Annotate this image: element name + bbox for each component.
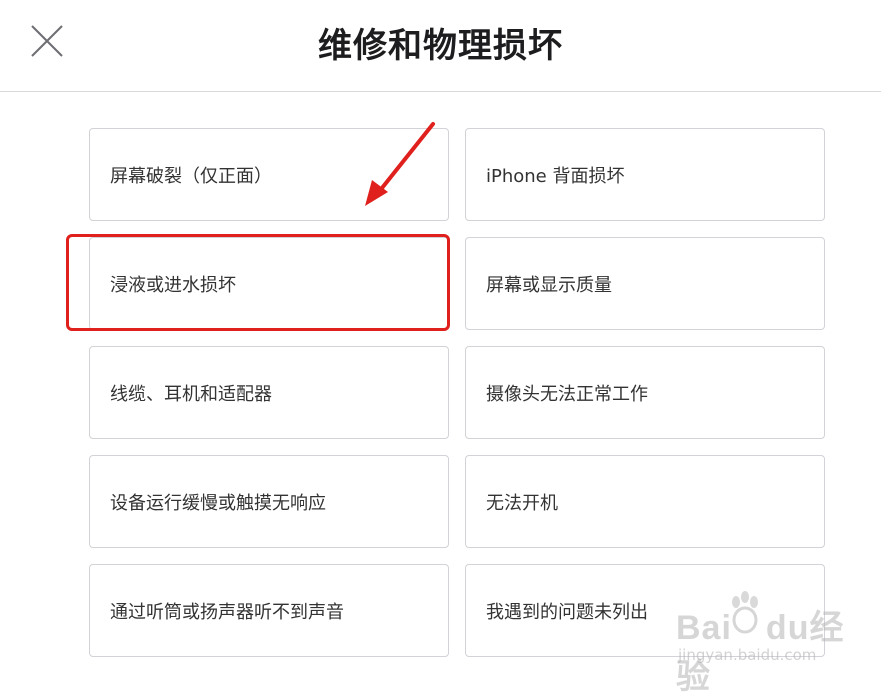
option-no-power[interactable]: 无法开机 [465, 455, 825, 548]
page-header: 维修和物理损坏 [0, 0, 881, 92]
option-not-listed[interactable]: 我遇到的问题未列出 [465, 564, 825, 657]
option-back-damage[interactable]: iPhone 背面损坏 [465, 128, 825, 221]
option-camera[interactable]: 摄像头无法正常工作 [465, 346, 825, 439]
option-display-quality[interactable]: 屏幕或显示质量 [465, 237, 825, 330]
option-slow-touch[interactable]: 设备运行缓慢或触摸无响应 [89, 455, 449, 548]
option-no-sound[interactable]: 通过听筒或扬声器听不到声音 [89, 564, 449, 657]
page-title: 维修和物理损坏 [318, 26, 563, 66]
option-cables-adapters[interactable]: 线缆、耳机和适配器 [89, 346, 449, 439]
option-liquid-damage[interactable]: 浸液或进水损坏 [89, 237, 449, 330]
options-grid: 屏幕破裂（仅正面） iPhone 背面损坏 浸液或进水损坏 屏幕或显示质量 线缆… [89, 128, 825, 657]
option-screen-cracked[interactable]: 屏幕破裂（仅正面） [89, 128, 449, 221]
